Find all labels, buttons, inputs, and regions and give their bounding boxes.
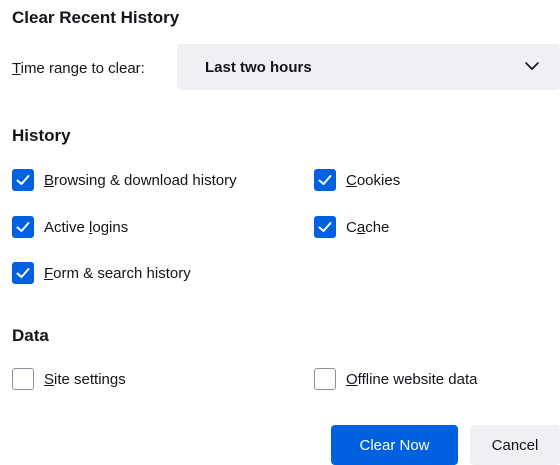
- checkmark-icon: [16, 268, 30, 278]
- checkbox-label-cache: Cache: [346, 218, 390, 236]
- cancel-button[interactable]: Cancel: [470, 425, 560, 465]
- checkbox-box[interactable]: [314, 169, 336, 191]
- checkbox-cache[interactable]: Cache: [314, 216, 389, 238]
- history-section-heading: History: [12, 126, 71, 145]
- checkbox-label-logins: Active logins: [44, 218, 129, 236]
- checkbox-form-search-history[interactable]: Form & search history: [12, 262, 191, 284]
- checkbox-label-browsing: Browsing & download history: [44, 171, 237, 189]
- data-section-heading: Data: [12, 326, 49, 345]
- checkmark-icon: [16, 222, 30, 232]
- checkmark-icon: [318, 222, 332, 232]
- checkbox-offline-website-data[interactable]: Offline website data: [314, 368, 477, 390]
- checkbox-cookies[interactable]: Cookies: [314, 169, 400, 191]
- checkbox-box[interactable]: [12, 216, 34, 238]
- time-range-select[interactable]: Last two hours: [177, 44, 560, 90]
- checkbox-label-forms: Form & search history: [44, 264, 191, 282]
- checkbox-label-offline: Offline website data: [346, 370, 478, 388]
- checkbox-box[interactable]: [314, 216, 336, 238]
- dialog-title: Clear Recent History: [12, 8, 180, 27]
- clear-now-button[interactable]: Clear Now: [331, 425, 458, 465]
- time-range-value: Last two hours: [205, 59, 312, 76]
- clear-history-dialog: Clear Recent History Time range to clear…: [0, 0, 560, 465]
- checkmark-icon: [318, 175, 332, 185]
- checkbox-label-cookies: Cookies: [346, 171, 401, 189]
- checkbox-label-site-settings: Site settings: [44, 370, 126, 388]
- chevron-down-icon: [525, 62, 539, 70]
- checkmark-icon: [16, 175, 30, 185]
- time-range-label: Time range to clear:: [12, 60, 145, 77]
- checkbox-site-settings[interactable]: Site settings: [12, 368, 126, 390]
- checkbox-active-logins[interactable]: Active logins: [12, 216, 128, 238]
- checkbox-box[interactable]: [12, 262, 34, 284]
- checkbox-box[interactable]: [314, 368, 336, 390]
- checkbox-box[interactable]: [12, 169, 34, 191]
- checkbox-browsing-history[interactable]: Browsing & download history: [12, 169, 237, 191]
- checkbox-box[interactable]: [12, 368, 34, 390]
